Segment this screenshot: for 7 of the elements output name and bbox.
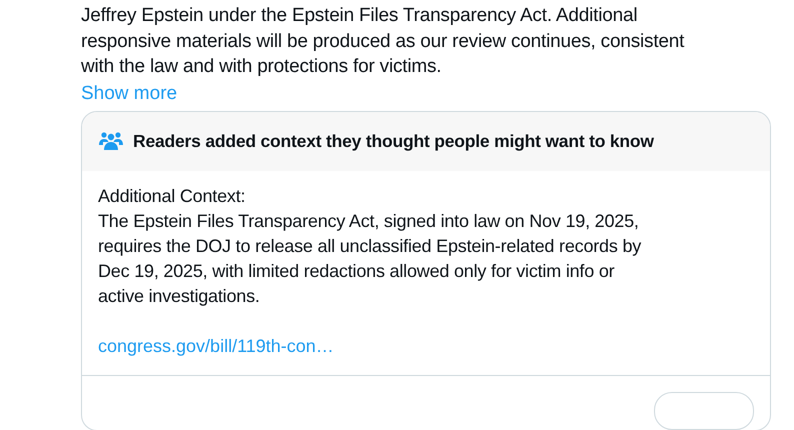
note-heading: Readers added context they thought people might want to know	[133, 130, 654, 152]
source-link[interactable]: congress.gov/bill/119th-con…	[98, 334, 334, 358]
show-more-link[interactable]: Show more	[81, 80, 178, 106]
pill-button[interactable]	[654, 392, 754, 430]
post-text: Jeffrey Epstein under the Epstein Files Transparency Act. Additional responsive materials will be produced as our review continues, consistent with the law and with protections for victims.	[81, 4, 686, 79]
people-icon	[99, 131, 123, 151]
note-body: Additional Context: The Epstein Files Transparency Act, signed into law on Nov 19, 2025, requires the DOJ to release all unclassified Epstein-related records by Dec 19, 2025, with limited redactions allowed only for victim info or active investigations.	[98, 184, 642, 308]
